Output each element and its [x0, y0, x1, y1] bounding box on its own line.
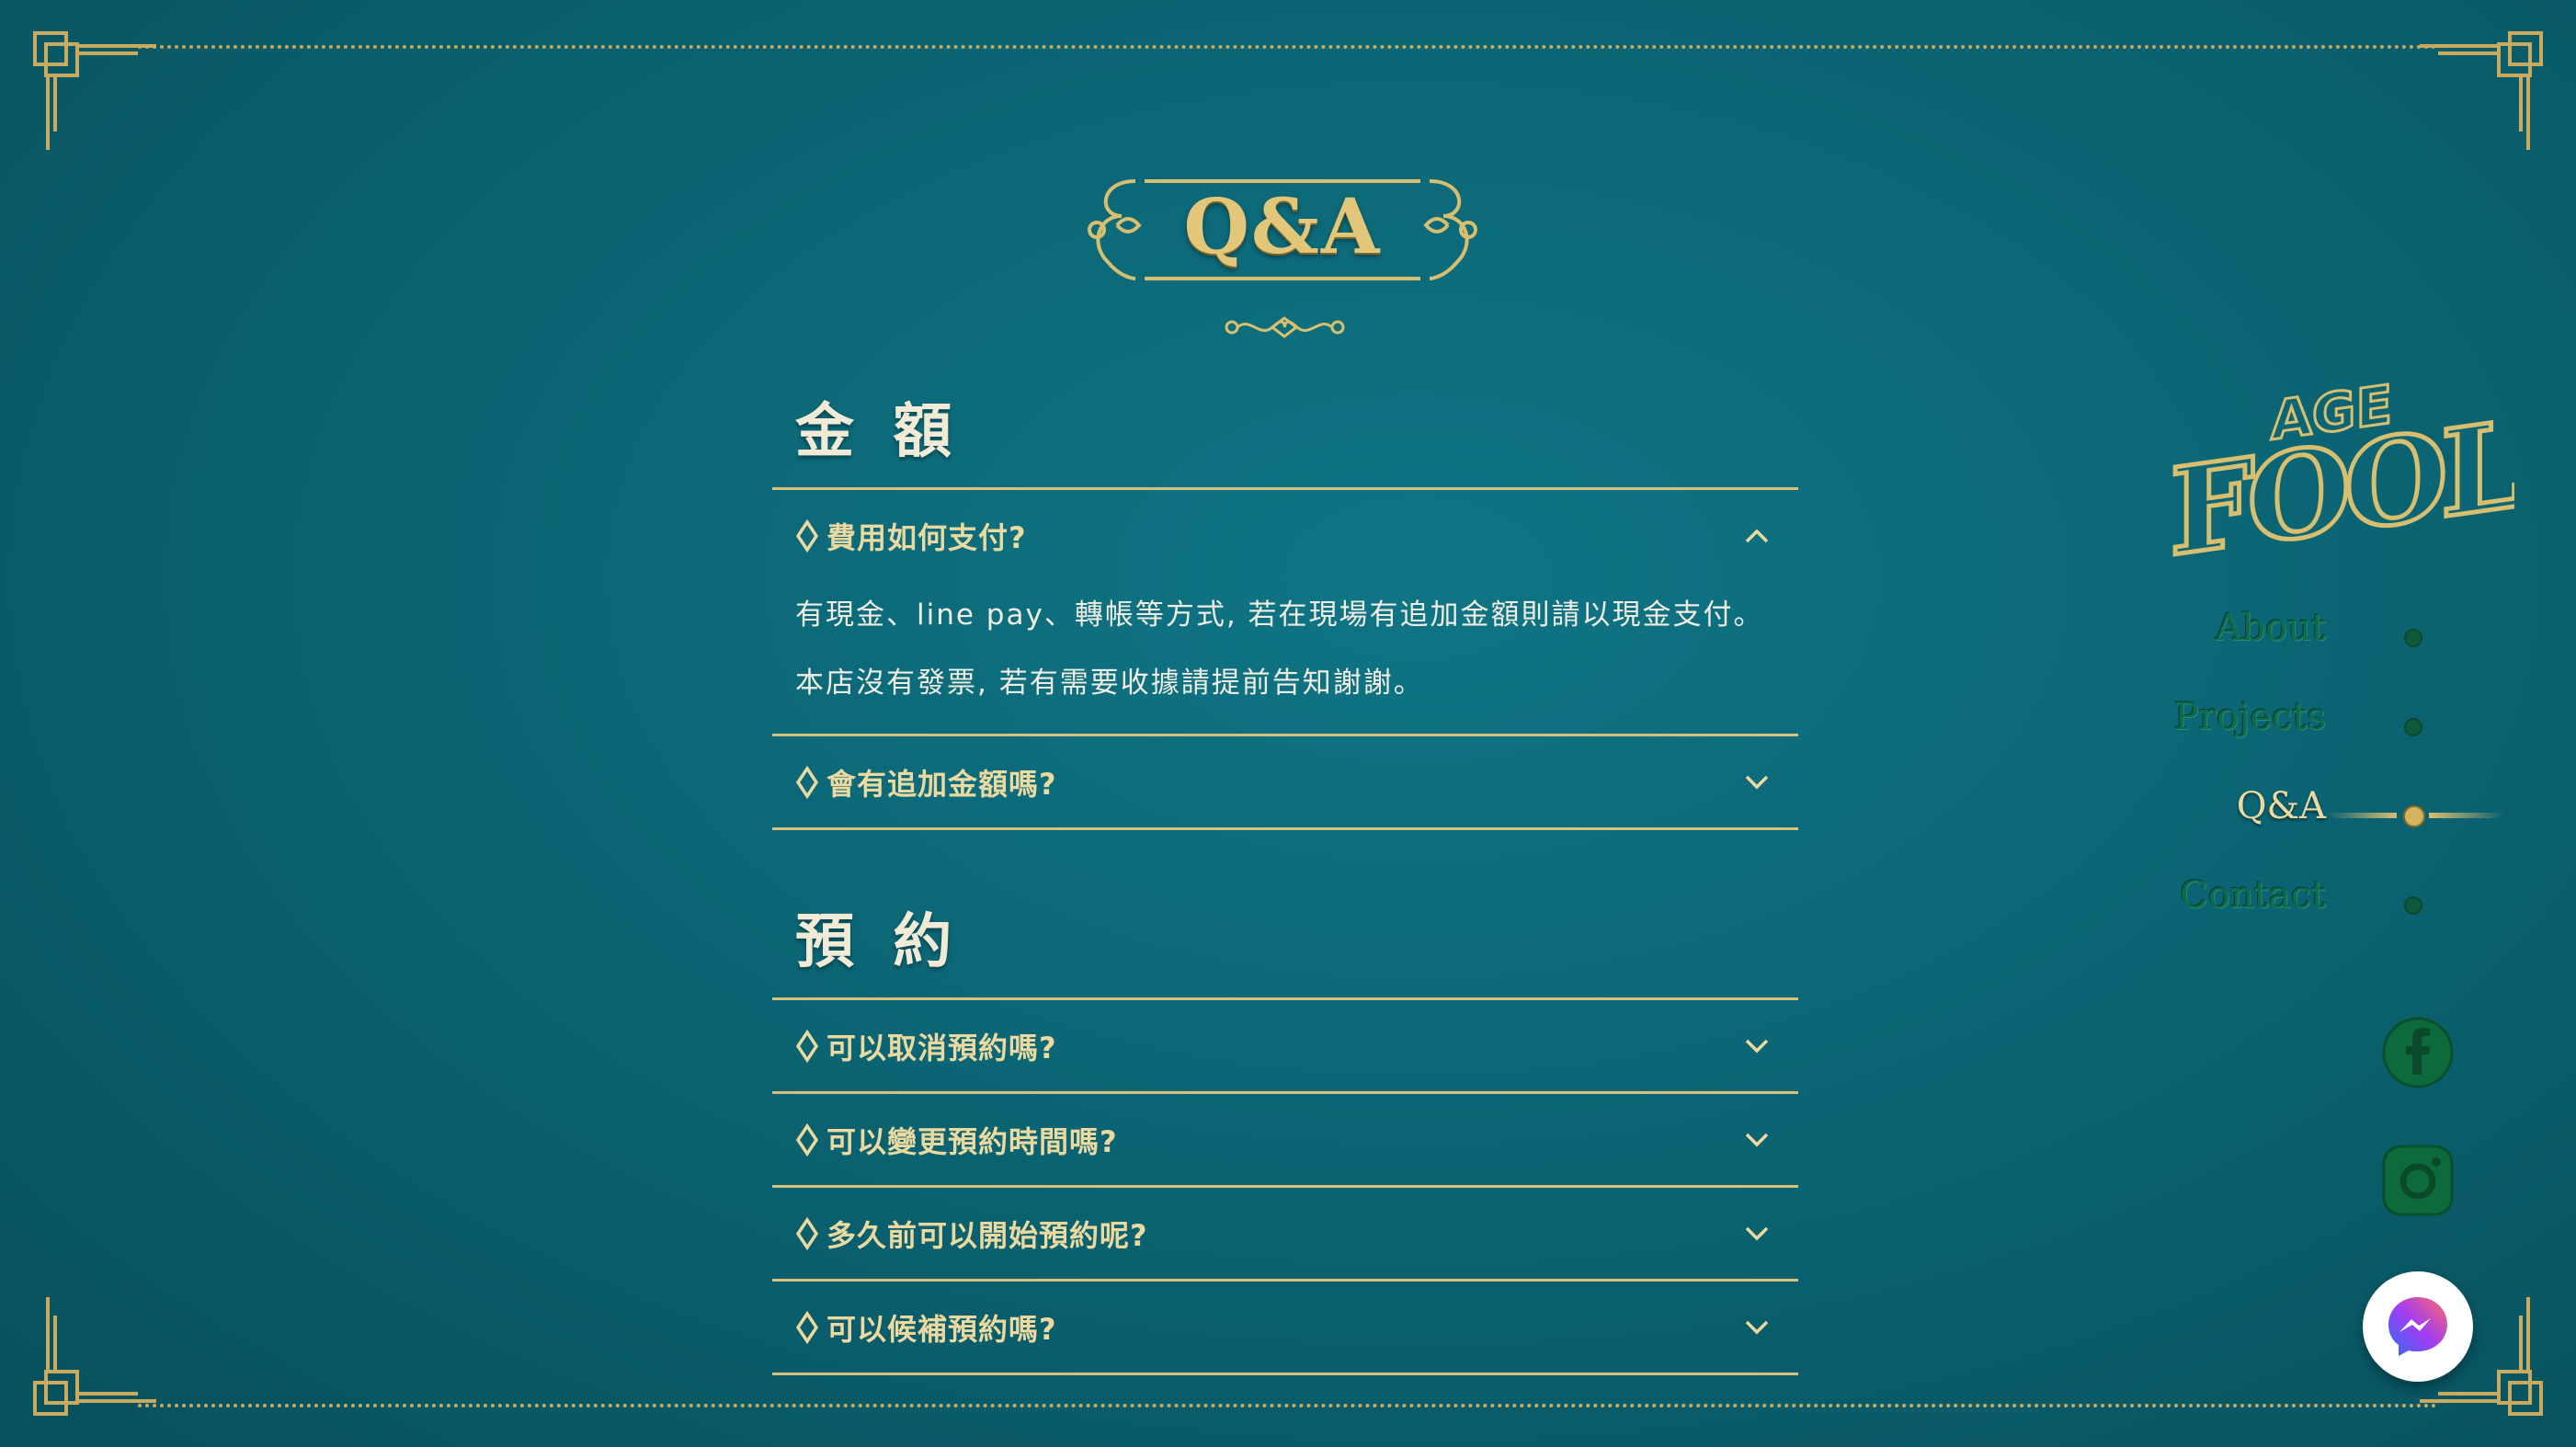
faq-list: 金 額 費用如何支付? 有現金、line pay、轉帳等方式, 若在現場有追加金…: [772, 377, 1798, 1375]
diamond-icon: [795, 1216, 819, 1250]
side-nav: About Projects Q&A Contact: [2096, 607, 2519, 963]
logo-main-text: FOOL: [2170, 393, 2514, 575]
instagram-icon: [2382, 1145, 2454, 1216]
faq-question-toggle[interactable]: 可以變更預約時間嗎?: [772, 1094, 1798, 1185]
nav-label: Q&A: [2236, 785, 2326, 827]
nav-item-projects[interactable]: Projects: [2096, 696, 2519, 785]
section-title: 預 約: [795, 907, 962, 976]
nav-dot: [2404, 629, 2422, 647]
faq-question: 可以取消預約嗎?: [826, 1030, 1057, 1065]
section-title: 金 額: [795, 397, 962, 466]
nav-label: Contact: [2180, 874, 2326, 917]
active-indicator-line: [2429, 813, 2504, 818]
page-title: Q&A: [1183, 183, 1382, 271]
nav-item-about[interactable]: About: [2096, 607, 2519, 696]
nav-label: About: [2215, 607, 2326, 649]
faq-question-toggle[interactable]: 多久前可以開始預約呢?: [772, 1188, 1798, 1279]
corner-ornament: [28, 1265, 184, 1421]
chevron-down-icon: [1745, 1320, 1769, 1334]
diamond-icon: [795, 765, 819, 799]
facebook-icon: [2382, 1017, 2454, 1088]
faq-question-toggle[interactable]: 費用如何支付?: [772, 490, 1798, 581]
chevron-down-icon: [1745, 775, 1769, 789]
frame-border-bottom: [138, 1404, 2438, 1407]
faq-item: 多久前可以開始預約呢?: [772, 1185, 1798, 1279]
nav-dot: [2403, 805, 2425, 827]
frame-border-top: [138, 45, 2438, 49]
faq-question: 多久前可以開始預約呢?: [826, 1217, 1148, 1253]
faq-question: 可以變更預約時間嗎?: [826, 1123, 1118, 1159]
nav-dot: [2404, 718, 2422, 736]
faq-item: 費用如何支付? 有現金、line pay、轉帳等方式, 若在現場有追加金額則請以…: [772, 487, 1798, 734]
faq-item: 會有追加金額嗎?: [772, 734, 1798, 830]
active-indicator-line: [2328, 813, 2397, 818]
faq-answer-line: 有現金、line pay、轉帳等方式, 若在現場有追加金額則請以現金支付。: [795, 598, 1764, 632]
faq-question-toggle[interactable]: 會有追加金額嗎?: [772, 736, 1798, 827]
corner-ornament: [28, 26, 184, 182]
instagram-link[interactable]: [2381, 1144, 2455, 1217]
faq-question: 費用如何支付?: [826, 519, 1027, 555]
faq-item: 可以候補預約嗎?: [772, 1279, 1798, 1375]
faq-item: 可以變更預約時間嗎?: [772, 1091, 1798, 1185]
chevron-down-icon: [1745, 1133, 1769, 1146]
diamond-icon: [795, 1029, 819, 1063]
faq-answer-line: 本店沒有發票, 若有需要收據請提前告知謝謝。: [795, 667, 1424, 700]
faq-question-toggle[interactable]: 可以候補預約嗎?: [772, 1282, 1798, 1373]
nav-item-contact[interactable]: Contact: [2096, 874, 2519, 963]
faq-section-amount: 金 額 費用如何支付? 有現金、line pay、轉帳等方式, 若在現場有追加金…: [772, 377, 1798, 830]
chevron-down-icon: [1745, 1039, 1769, 1053]
faq-answer: 有現金、line pay、轉帳等方式, 若在現場有追加金額則請以現金支付。 本店…: [772, 581, 1798, 734]
nav-dot: [2404, 896, 2422, 915]
page-title-emblem: Q&A: [1080, 170, 1485, 290]
faq-section-booking: 預 約 可以取消預約嗎? 可以變更預約時間嗎? 多久前可以開始預約呢? 可以候補…: [772, 887, 1798, 1375]
diamond-icon: [795, 1122, 819, 1156]
faq-question: 可以候補預約嗎?: [826, 1311, 1057, 1347]
diamond-icon: [795, 518, 819, 553]
corner-ornament: [2392, 26, 2548, 182]
chevron-up-icon: [1745, 529, 1769, 542]
chevron-down-icon: [1745, 1226, 1769, 1240]
nav-item-qa[interactable]: Q&A: [2096, 785, 2519, 874]
faq-question-toggle[interactable]: 可以取消預約嗎?: [772, 1000, 1798, 1091]
nav-label: Projects: [2173, 696, 2326, 738]
faq-item: 可以取消預約嗎?: [772, 997, 1798, 1091]
facebook-link[interactable]: [2381, 1016, 2455, 1089]
faq-question: 會有追加金額嗎?: [826, 766, 1057, 802]
diamond-icon: [795, 1310, 819, 1344]
messenger-chat-button[interactable]: [2363, 1271, 2473, 1382]
site-logo[interactable]: AGE FOOL: [2160, 363, 2525, 586]
title-flourish-ornament: [1225, 316, 1345, 338]
messenger-icon: [2388, 1297, 2447, 1356]
